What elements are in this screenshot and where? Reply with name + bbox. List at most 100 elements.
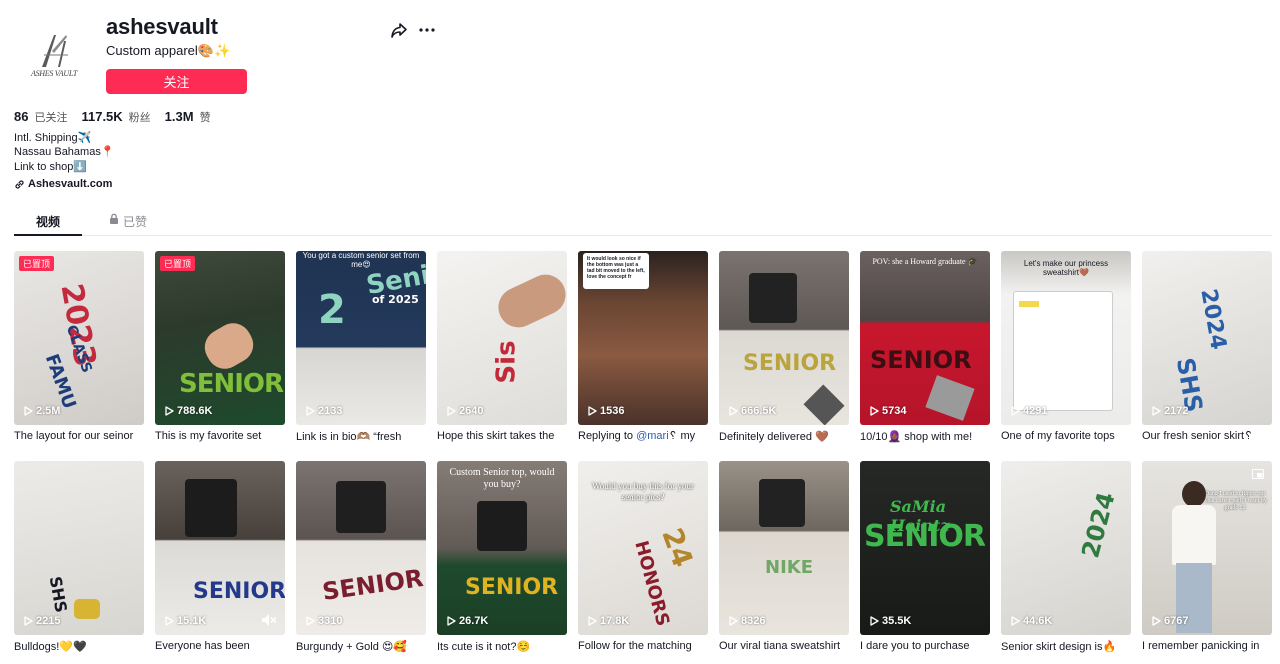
view-count: 44.6K [1011,615,1052,627]
video-card[interactable]: SENIOR 3310 Burgundy + Gold 😍🥰 [296,461,426,653]
more-options-icon[interactable] [418,21,436,39]
play-icon [306,406,315,416]
video-caption[interactable]: The layout for our seinor [14,430,146,442]
video-thumbnail[interactable]: 2023 CLASS FAMU 已置顶 2.5M [14,251,144,425]
tab-liked[interactable]: 已赞 [104,207,152,236]
video-card[interactable]: Would you buy this for your senior pics?… [578,461,708,652]
view-count-text: 2.5M [36,405,61,417]
video-thumbnail[interactable]: NIKE 8326 [719,461,849,635]
video-caption[interactable]: Follow for the matching [578,640,710,652]
video-caption[interactable]: Our fresh senior skirt␦ [1142,430,1274,443]
view-count-text: 666.5K [741,405,777,417]
video-card[interactable]: NIKE 8326 Our viral tiana sweatshirt [719,461,849,652]
video-caption[interactable]: Burgundy + Gold 😍🥰 [296,640,428,653]
video-caption[interactable]: Our viral tiana sweatshirt [719,640,851,652]
view-count: 1536 [588,405,624,417]
view-count-text: 5734 [882,405,907,417]
video-card[interactable]: 2024 44.6K Senior skirt design is🔥 [1001,461,1131,653]
video-thumbnail[interactable]: Sis 2640 [437,251,567,425]
view-count: 5734 [870,405,906,417]
video-thumbnail[interactable]: You got a custom senior set from me😍 Sen… [296,251,426,425]
follow-button[interactable]: 关注 [106,69,247,94]
video-card[interactable]: SHS 2215 Bulldogs!💛🖤 [14,461,144,653]
video-thumbnail[interactable]: Let's make our princess sweatshirt🤎 4291 [1001,251,1131,425]
video-thumbnail[interactable]: POV: she a Howard graduate 🎓 SENIOR 5734 [860,251,990,425]
video-caption[interactable]: This is my favorite set [155,430,287,442]
profile-stats: 86 已关注 117.5K 粉丝 1.3M 赞 [14,109,211,125]
profile-avatar[interactable]: ASHES VAULT [14,14,94,94]
play-icon [24,616,33,626]
tab-videos-label: 视频 [35,215,60,229]
profile-bio: Intl. Shipping✈️ Nassau Bahamas📍 Link to… [14,131,115,174]
video-card[interactable]: Sis 2640 Hope this skirt takes the [437,251,567,442]
video-caption[interactable]: Definitely delivered 🤎 [719,430,851,443]
profile-link[interactable]: Ashesvault.com [14,178,112,190]
video-card[interactable]: SENIOR 666.5K Definitely delivered 🤎 [719,251,849,443]
play-icon [729,406,738,416]
play-icon [306,616,315,626]
video-thumbnail[interactable]: It would look so nice if the bottom was … [578,251,708,425]
video-caption[interactable]: 10/10🧕🏾 shop with me! [860,430,992,443]
video-thumbnail[interactable]: SENIOR 已置顶 788.6K [155,251,285,425]
video-thumbnail[interactable]: 2024 SHS 2172 [1142,251,1272,425]
video-thumbnail[interactable]: SENIOR 666.5K [719,251,849,425]
play-icon [729,616,738,626]
logo-text: ASHES VAULT [31,68,77,78]
pinned-badge: 已置顶 [19,256,55,271]
video-caption[interactable]: One of my favorite tops [1001,430,1133,442]
video-card[interactable]: SENIOR 15.1K Everyone has been [155,461,285,652]
followers-stat[interactable]: 117.5K 粉丝 [81,109,150,125]
tab-liked-label: 已赞 [122,215,147,229]
video-overlay-text: Custom Senior top, would you buy? [449,467,555,490]
video-caption[interactable]: I dare you to purchase [860,640,992,652]
view-count-text: 15.1K [177,615,207,627]
video-card[interactable]: Dang I used to figure out what career pa… [1142,461,1272,652]
view-count-text: 3310 [318,615,343,627]
video-card[interactable]: POV: she a Howard graduate 🎓 SENIOR 5734… [860,251,990,443]
video-thumbnail[interactable]: SENIOR 3310 [296,461,426,635]
likes-stat: 1.3M 赞 [165,109,211,125]
video-card[interactable]: 2024 SHS 2172 Our fresh senior skirt␦ [1142,251,1272,443]
play-icon [1152,406,1161,416]
share-icon[interactable] [390,21,408,39]
video-thumbnail[interactable]: Dang I used to figure out what career pa… [1142,461,1272,635]
video-caption[interactable]: Senior skirt design is🔥 [1001,640,1133,653]
video-caption[interactable]: Its cute is it not?☺️ [437,640,569,653]
video-caption[interactable]: Hope this skirt takes the [437,430,569,442]
caption-mention[interactable]: @mari [636,430,669,442]
tab-videos[interactable]: 视频 [14,207,82,236]
video-thumbnail[interactable]: Custom Senior top, would you buy? SENIOR… [437,461,567,635]
video-thumbnail[interactable]: SHS 2215 [14,461,144,635]
video-overlay-text: Let's make our princess sweatshirt🤎 [1023,259,1109,277]
video-card[interactable]: Let's make our princess sweatshirt🤎 4291… [1001,251,1131,442]
video-card[interactable]: 2023 CLASS FAMU 已置顶 2.5M The layout for … [14,251,144,442]
video-thumbnail[interactable]: SaMia Heintz SENIOR 35.5K [860,461,990,635]
video-card[interactable]: You got a custom senior set from me😍 Sen… [296,251,426,443]
following-stat[interactable]: 86 已关注 [14,109,67,125]
video-card[interactable]: Custom Senior top, would you buy? SENIOR… [437,461,567,653]
video-caption[interactable]: Everyone has been [155,640,287,652]
video-thumbnail[interactable]: SENIOR 15.1K [155,461,285,635]
profile-nickname: Custom apparel🎨✨ [106,43,231,58]
play-icon [447,616,456,626]
video-caption[interactable]: I remember panicking in [1142,640,1274,652]
video-card[interactable]: SaMia Heintz SENIOR 35.5K I dare you to … [860,461,990,652]
video-caption[interactable]: Bulldogs!💛🖤 [14,640,146,653]
view-count-text: 2215 [36,615,61,627]
likes-label: 赞 [199,112,211,124]
video-caption[interactable]: Replying to @mari␦ my [578,430,710,443]
caption-text: Replying to [578,430,637,442]
play-icon [870,406,879,416]
video-thumbnail[interactable]: 2024 44.6K [1001,461,1131,635]
following-count: 86 [14,109,29,124]
video-thumbnail[interactable]: Would you buy this for your senior pics?… [578,461,708,635]
mute-icon[interactable] [261,613,277,627]
play-icon [447,406,456,416]
video-caption[interactable]: Link is in bio🫶🏽 “fresh [296,430,428,443]
picture-in-picture-icon[interactable] [1252,469,1264,479]
play-icon [870,616,879,626]
video-card[interactable]: It would look so nice if the bottom was … [578,251,708,443]
view-count-text: 26.7K [459,615,489,627]
video-card[interactable]: SENIOR 已置顶 788.6K This is my favorite se… [155,251,285,442]
play-icon [165,616,174,626]
